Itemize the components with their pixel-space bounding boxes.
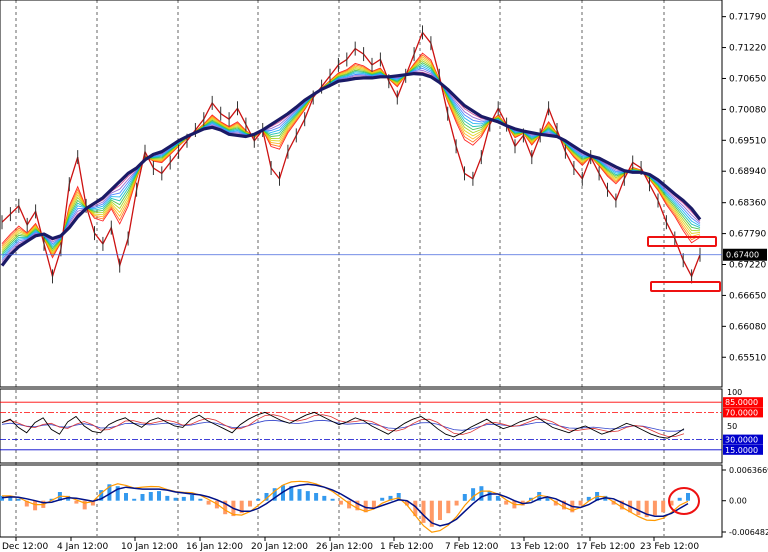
macd-bar-31 [256,498,261,501]
rsi-panel-frame [0,388,723,464]
macd-tick-label-2: -0.0064829 [729,528,768,537]
time-tick-label-10: 23 Feb 12:00 [640,542,699,552]
macd-bar-37 [305,491,310,501]
macd-bar-2 [16,498,21,501]
macd-bar-24 [198,498,203,501]
macd-bar-22 [181,496,186,501]
price-tick-label-5: 0.68940 [729,167,766,177]
price-tick-label-8: 0.67220 [729,261,766,271]
rsi-panel [0,388,723,464]
macd-bar-16 [132,498,137,501]
macd-bar-41 [338,500,343,505]
macd-bar-51 [421,500,426,523]
macd-bar-60 [495,495,500,501]
macd-bar-55 [454,500,459,506]
macd-bar-82 [677,497,682,501]
macd-bar-4 [33,500,38,511]
time-tick-label-4: 20 Jan 12:00 [251,542,308,552]
rsi-level-label-70: 70.0000 [725,408,758,417]
price-tick-label-0: 0.71790 [729,13,766,23]
macd-bar-15 [124,493,128,501]
macd-bar-9 [74,500,79,504]
time-tick-label-5: 26 Jan 12:00 [316,542,373,552]
rsi-tick-50: 50 [727,422,737,431]
macd-bar-25 [206,500,211,505]
macd-bar-46 [380,497,385,501]
price-tick-label-10: 0.66080 [729,322,766,332]
rsi-level-label-85: 85.0000 [725,398,758,407]
macd-bar-39 [322,495,327,501]
time-tick-label-9: 17 Feb 12:00 [576,542,635,552]
price-tick-label-6: 0.68360 [729,199,766,209]
macd-bar-38 [314,493,319,501]
price-tick-label-1: 0.71220 [729,44,766,54]
current-price-label: 0.67400 [726,251,759,260]
time-axis: Dec 12:00 4 Jan 12:00 10 Jan 12:00 16 Jan 1… [2,537,699,552]
time-tick-label-8: 13 Feb 12:00 [510,542,569,552]
macd-bar-19 [157,491,161,501]
macd-bar-17 [140,494,145,501]
price-axis: 0.71790 0.71220 0.70650 0.70080 0.69510 0.689… [722,13,766,363]
price-tick-label-9: 0.66650 [729,291,766,301]
macd-bar-20 [165,495,170,501]
macd-bar-80 [661,500,666,513]
time-tick-label-1: 4 Jan 12:00 [57,542,109,552]
price-tick-label-7: 0.67790 [729,230,766,240]
time-tick-label-2: 10 Jan 12:00 [121,542,178,552]
macd-tick-label-0: 0.0063669 [729,466,768,475]
forex-chart[interactable]: 0.67400 0.71790 0.71220 0.70650 0.70080 0.69… [0,0,768,552]
macd-tick-label-1: 0.00 [729,497,747,506]
macd-bar-54 [446,500,451,514]
macd-bar-79 [652,500,657,516]
macd-bar-56 [462,494,467,501]
time-tick-label-7: 7 Feb 12:00 [445,542,499,552]
rsi-level-label-15: 15.0000 [725,446,758,455]
macd-bar-40 [330,498,335,501]
time-tick-label-6: 1 Feb 12:00 [380,542,434,552]
macd-bar-23 [190,494,195,501]
time-tick-label-0: Dec 12:00 [2,542,48,552]
price-tick-label-2: 0.70650 [729,74,766,84]
macd-bar-18 [148,492,153,501]
macd-bar-53 [438,500,442,520]
price-tick-label-3: 0.70080 [729,105,766,115]
macd-bar-77 [636,500,641,516]
macd-bar-45 [371,500,376,508]
rsi-tick-100: 100 [727,388,742,397]
macd-bar-36 [297,489,302,501]
price-tick-label-11: 0.65510 [729,353,766,363]
price-tick-label-4: 0.69510 [729,136,766,146]
time-tick-label-3: 16 Jan 12:00 [186,542,243,552]
macd-bar-21 [173,497,178,501]
macd-bar-30 [248,500,252,507]
macd-bar-59 [487,491,492,501]
macd-bar-70 [578,500,583,506]
macd-bar-83 [686,493,690,501]
rsi-level-label-30: 30.0000 [725,436,758,445]
